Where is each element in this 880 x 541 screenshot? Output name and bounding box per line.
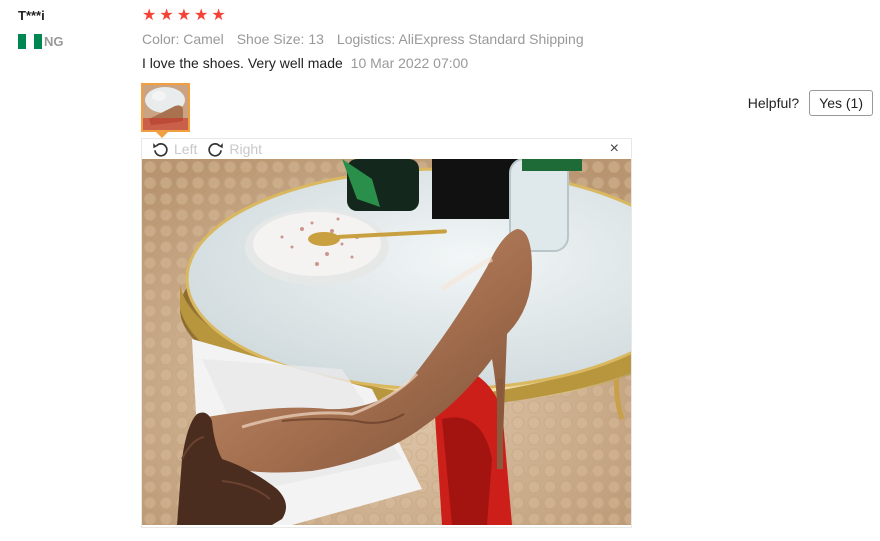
star-icon: ★ <box>159 7 174 24</box>
star-icon: ★ <box>194 7 209 24</box>
review-text: I love the shoes. Very well made <box>142 55 343 71</box>
rotate-right-label: Right <box>229 141 263 157</box>
rotate-right-icon <box>208 142 224 157</box>
helpful-section: Helpful? Yes (1) <box>748 90 873 116</box>
star-icon: ★ <box>176 7 192 24</box>
helpful-label: Helpful? <box>747 95 800 111</box>
country-code: NG <box>44 34 64 49</box>
logistics-label: Logistics: <box>336 31 396 47</box>
star-rating: ★ ★ ★ ★ ★ <box>142 6 226 26</box>
size-attribute: Shoe Size: 13 <box>237 31 324 47</box>
color-attribute: Color: Camel <box>142 31 224 47</box>
reviewer-name: T***i <box>18 8 45 23</box>
logistics-attribute: Logistics: AliExpress Standard Shipping <box>337 31 584 47</box>
review-photo-thumbnail[interactable] <box>141 83 190 132</box>
reviewer-country: NG <box>18 34 64 49</box>
nigeria-flag-icon <box>18 34 42 49</box>
size-label: Shoe Size: <box>236 31 305 47</box>
star-icon: ★ <box>142 7 157 24</box>
logistics-value: AliExpress Standard Shipping <box>398 31 584 47</box>
rotate-left-button[interactable]: Left <box>152 141 197 158</box>
review-date: 10 Mar 2022 07:00 <box>350 55 469 71</box>
review-body: I love the shoes. Very well made 10 Mar … <box>142 55 468 71</box>
order-attributes: Color: Camel Shoe Size: 13 Logistics: Al… <box>142 31 584 47</box>
close-icon[interactable]: × <box>610 141 619 157</box>
star-icon: ★ <box>211 7 226 24</box>
rotate-left-icon <box>153 142 168 157</box>
rotate-right-button[interactable]: Right <box>207 141 262 158</box>
rotate-left-label: Left <box>174 141 198 157</box>
color-label: Color: <box>142 31 180 47</box>
review-photo <box>142 159 631 525</box>
size-value: 13 <box>308 31 324 47</box>
photo-viewer: Left Right × <box>141 138 632 528</box>
helpful-yes-button[interactable]: Yes (1) <box>809 90 873 116</box>
color-value: Camel <box>183 31 224 47</box>
viewer-toolbar: Left Right × <box>142 139 631 159</box>
